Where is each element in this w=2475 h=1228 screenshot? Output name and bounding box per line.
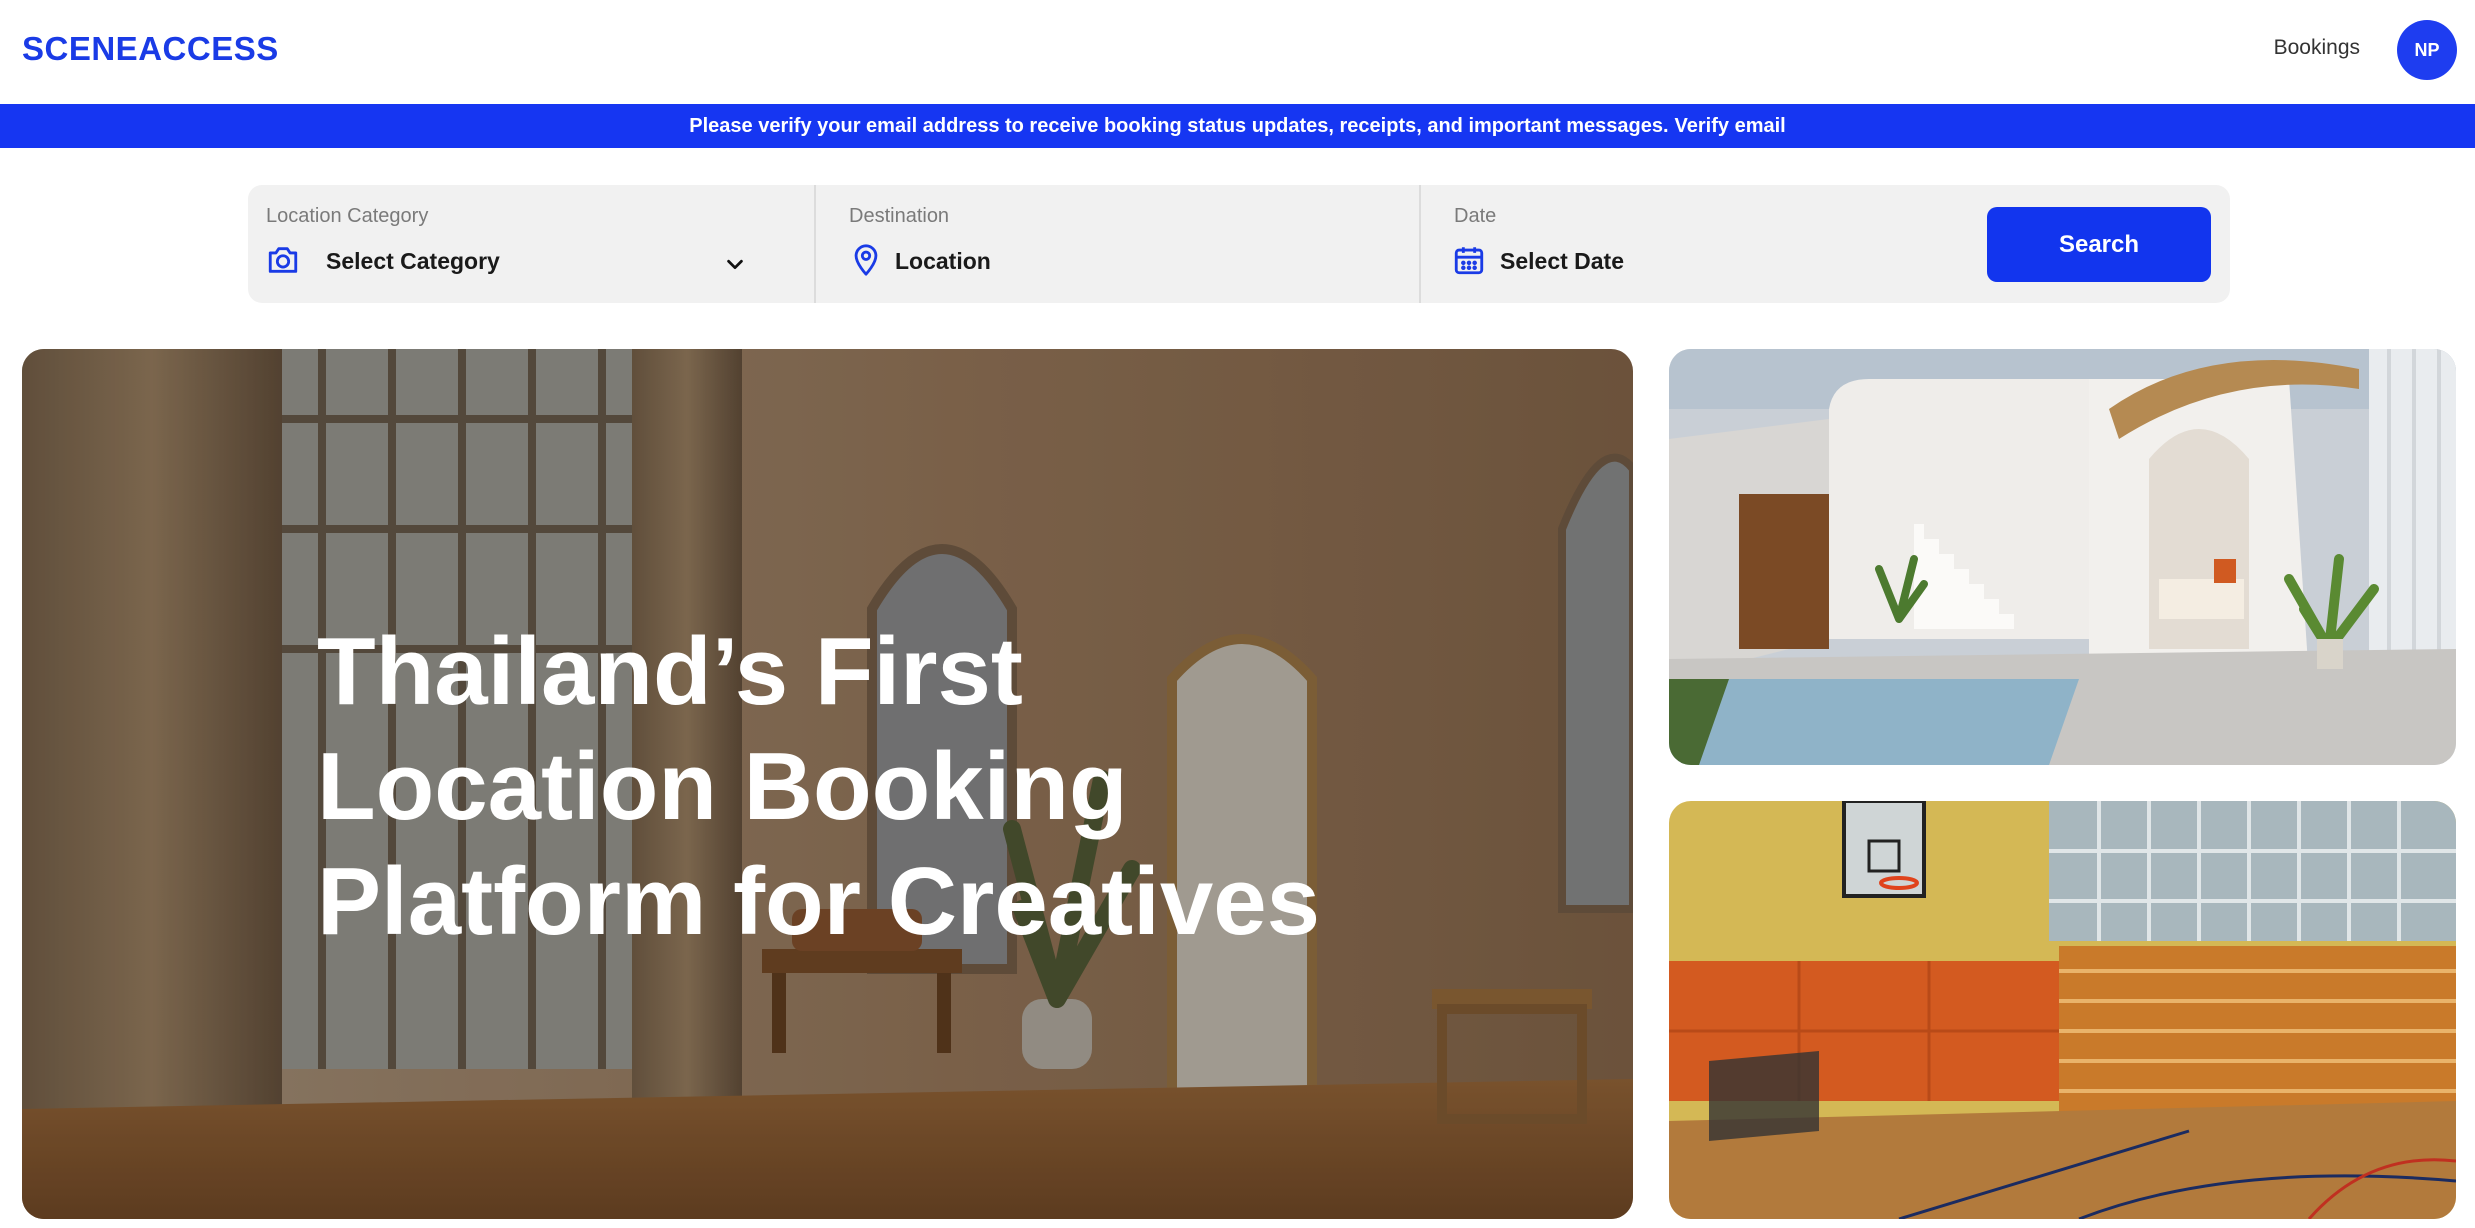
map-pin-icon	[854, 244, 878, 276]
date-value: Select Date	[1500, 248, 1625, 274]
logo[interactable]: SCENEACCESS	[22, 30, 279, 68]
nav-bookings-link[interactable]: Bookings	[2274, 36, 2360, 60]
calendar-icon	[1454, 247, 1484, 275]
gym-basketball-image[interactable]	[1669, 801, 2456, 1219]
hero-title-line: Thailand’s First	[317, 618, 1023, 725]
gym-basketball-picture	[1669, 801, 2456, 1219]
courtyard-pool-picture	[1669, 349, 2456, 765]
hero-title-line: Location Booking	[317, 733, 1128, 840]
verify-email-banner: Please verify your email address to rece…	[0, 104, 2475, 148]
banner-message: Please verify your email address to rece…	[689, 114, 1669, 137]
search-button[interactable]: Search	[1987, 207, 2211, 282]
courtyard-pool-image[interactable]	[1669, 349, 2456, 765]
category-value: Select Category	[326, 248, 500, 274]
user-avatar[interactable]: NP	[2397, 20, 2457, 80]
category-select[interactable]: Location Category Select Category	[248, 185, 814, 303]
camera-icon	[268, 247, 298, 273]
verify-email-link[interactable]: Verify email	[1675, 115, 1786, 138]
hero-title-line: Platform for Creatives	[317, 848, 1320, 955]
date-label: Date	[1454, 205, 1497, 227]
destination-value: Location	[895, 248, 991, 274]
category-label: Location Category	[266, 205, 429, 227]
chevron-down-icon	[727, 259, 743, 270]
destination-label: Destination	[849, 205, 950, 227]
destination-input[interactable]: Destination Location	[815, 185, 1419, 303]
search-bar: Location Category Select Category Destin…	[248, 185, 2230, 303]
hero-title: Thailand’s First Location Booking Platfo…	[317, 614, 1417, 959]
hero-image: Thailand’s First Location Booking Platfo…	[22, 349, 1633, 1219]
header: SCENEACCESS Bookings NP	[0, 0, 2475, 104]
